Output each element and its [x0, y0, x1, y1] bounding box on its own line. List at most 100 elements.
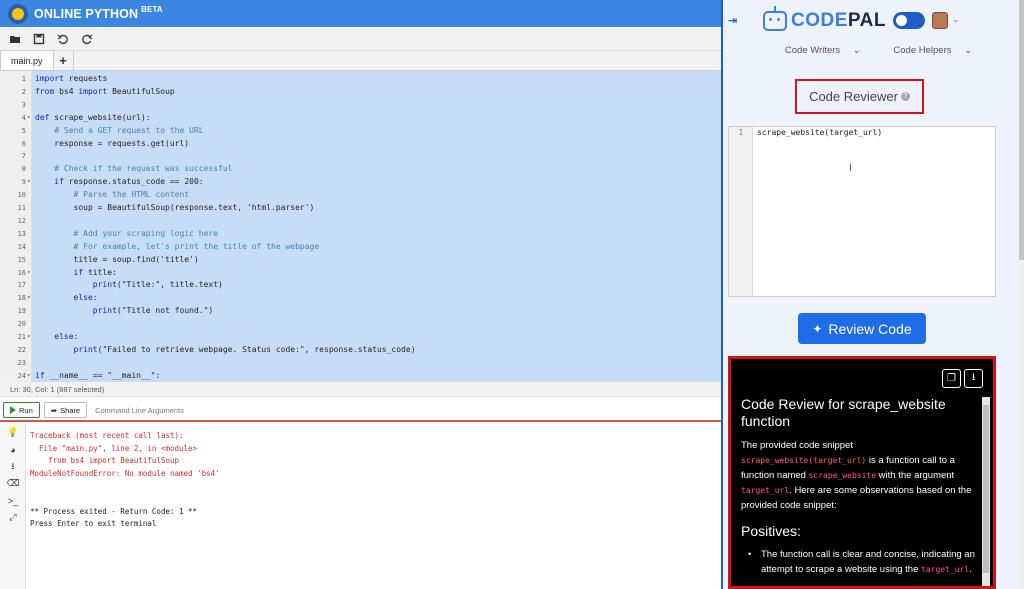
copy-icon[interactable]: ❐	[942, 369, 961, 388]
code-line[interactable]: 5 # Send a GET request to the URL	[0, 125, 721, 138]
code-line[interactable]: 18 ▾ else:	[0, 292, 721, 305]
review-output[interactable]: ❐ ⭳ Code Review for scrape_website funct…	[728, 356, 996, 589]
avatar[interactable]	[932, 12, 948, 29]
expand-icon[interactable]: ⤢	[0, 509, 26, 526]
help-icon[interactable]: ?	[900, 92, 910, 101]
chevron-down-icon[interactable]: ⌄	[952, 14, 960, 25]
line-number: 23	[17, 358, 26, 367]
positives-heading: Positives:	[741, 523, 801, 539]
code-line[interactable]: 4 ▾ def scrape_website(url):	[0, 112, 721, 125]
page-scrollbar[interactable]	[1019, 0, 1024, 589]
line-number: 11	[17, 204, 26, 212]
code-line[interactable]: 17 print("Title:", title.text)	[0, 279, 721, 292]
nav-code-writers[interactable]: Code Writers ⌄	[775, 45, 861, 56]
line-number: 15	[17, 255, 26, 264]
review-text: Code Review for scrape_website function …	[741, 396, 976, 577]
code-line[interactable]: 6 response = requests.get(url)	[0, 138, 721, 151]
theme-toggle[interactable]	[893, 12, 925, 29]
code-line[interactable]: 8 # Check if the request was successful	[0, 163, 721, 176]
codepal-logo[interactable]: CODEPAL	[763, 6, 886, 32]
code-line[interactable]: 23	[0, 357, 721, 370]
add-tab-button[interactable]: +	[54, 50, 74, 70]
codepal-wordmark: CODEPAL	[791, 10, 886, 31]
fold-toggle-icon[interactable]: ▾	[27, 267, 31, 280]
output-actions: ❐ ⭳	[942, 369, 983, 388]
code-line[interactable]: 14 # For example, let's print the title …	[0, 241, 721, 254]
code-text: # Add your scraping logic here	[35, 228, 219, 238]
code-line[interactable]: 22 print("Failed to retrieve webpage. St…	[0, 344, 721, 357]
code-input-editor[interactable]: 1 scrape_website(target_url) I	[728, 126, 996, 297]
run-bar: Run ➦ Share Command Line Arguments	[0, 400, 721, 422]
code-line[interactable]: 19 print("Title not found.")	[0, 305, 721, 318]
output-scrollbar-thumb[interactable]	[983, 405, 989, 573]
code-line[interactable]: 24 ▾ if __name__ == "__main__":	[0, 370, 721, 382]
command-line-arguments-input[interactable]: Command Line Arguments	[95, 406, 184, 415]
fold-toggle-icon[interactable]: ▾	[27, 292, 31, 305]
code-line[interactable]: 20	[0, 318, 721, 331]
code-line[interactable]: 13 # Add your scraping logic here	[0, 228, 721, 241]
line-number: 17	[17, 281, 26, 290]
share-button[interactable]: ➦ Share	[43, 402, 88, 418]
review-paragraph: The provided code snippet scrape_website…	[741, 440, 972, 511]
python-topbar: ONLINE PYTHON BETA	[0, 0, 721, 27]
list-item: The function call is clear and concise, …	[741, 547, 976, 577]
run-button[interactable]: Run	[3, 402, 40, 418]
line-number: 13	[17, 229, 26, 238]
code-line[interactable]: 21 ▾ else:	[0, 331, 721, 344]
python-logo-icon[interactable]	[8, 3, 28, 24]
code-line[interactable]: 12	[0, 215, 721, 228]
code-text: if title:	[73, 267, 117, 277]
code-text: import requests	[35, 74, 108, 83]
code-line[interactable]: 7	[0, 150, 721, 163]
undo-icon	[57, 34, 68, 44]
terminal-icon[interactable]: >_	[0, 492, 26, 509]
text-cursor-icon: I	[849, 162, 853, 174]
tab-main-py[interactable]: main.py	[0, 50, 54, 70]
play-icon	[10, 406, 16, 414]
code-text: if __name__ == "__main__":	[35, 370, 161, 380]
review-code-button[interactable]: ✦ Review Code	[798, 313, 926, 344]
terminal-line: ** Process exited - Return Code: 1 **	[30, 506, 198, 516]
code-line[interactable]: 16 ▾ if title:	[0, 267, 721, 280]
review-title: Code Review for scrape_website function	[741, 396, 946, 429]
code-line[interactable]: 11 soup = BeautifulSoup(response.text, '…	[0, 202, 721, 215]
fold-toggle-icon[interactable]: ▾	[27, 176, 31, 189]
codepal-panel: ⇥ CODEPAL ⌄ Code Writers ⌄ Code Helpers …	[723, 0, 1024, 589]
code-line[interactable]: 15 title = soup.find('title')	[0, 254, 721, 267]
code-text: def scrape_website(url):	[35, 112, 151, 122]
line-number: 18	[17, 294, 26, 303]
redo-button[interactable]	[76, 29, 98, 49]
eraser-icon[interactable]: ⌫	[0, 475, 26, 492]
page-scrollbar-thumb[interactable]	[1019, 0, 1024, 260]
code-editor[interactable]: 1 import requests 2 from bs4 import Beautif…	[0, 71, 721, 382]
fold-toggle-icon[interactable]: ▾	[27, 370, 31, 382]
output-scrollbar[interactable]	[982, 397, 990, 586]
robot-icon	[763, 6, 787, 31]
code-line[interactable]: 10 # Parse the HTML content	[0, 189, 721, 202]
undo-button[interactable]	[52, 29, 74, 49]
open-folder-button[interactable]	[4, 29, 26, 49]
line-number: 10	[17, 191, 26, 200]
brand-title[interactable]: ONLINE PYTHON BETA	[34, 5, 163, 21]
code-text: else:	[73, 293, 98, 303]
sparkle-icon: ✦	[812, 321, 823, 336]
nav-code-helpers[interactable]: Code Helpers ⌄	[883, 45, 972, 56]
fold-toggle-icon[interactable]: ▾	[27, 331, 31, 344]
code-line[interactable]: 3	[0, 99, 721, 112]
download-icon[interactable]: ⭳	[964, 369, 983, 388]
code-line[interactable]: 2 from bs4 import BeautifulSoup	[0, 86, 721, 99]
download-icon[interactable]: ⭳	[0, 458, 26, 475]
palette-icon[interactable]: ◕	[0, 441, 26, 458]
page-title: Code Reviewer ?	[795, 79, 924, 114]
collapse-panel-icon[interactable]: ⇥	[728, 14, 737, 27]
lightbulb-icon[interactable]: 💡	[0, 424, 26, 441]
input-code[interactable]: scrape_website(target_url)	[757, 128, 882, 137]
code-line[interactable]: 1 import requests	[0, 73, 721, 86]
terminal-output[interactable]: Traceback (most recent call last): File …	[30, 430, 720, 531]
code-text: print("Title not found.")	[92, 306, 214, 316]
fold-toggle-icon[interactable]: ▾	[27, 112, 31, 125]
save-button[interactable]	[28, 29, 50, 49]
share-icon: ➦	[50, 405, 58, 415]
code-line[interactable]: 9 ▾ if response.status_code == 200:	[0, 176, 721, 189]
